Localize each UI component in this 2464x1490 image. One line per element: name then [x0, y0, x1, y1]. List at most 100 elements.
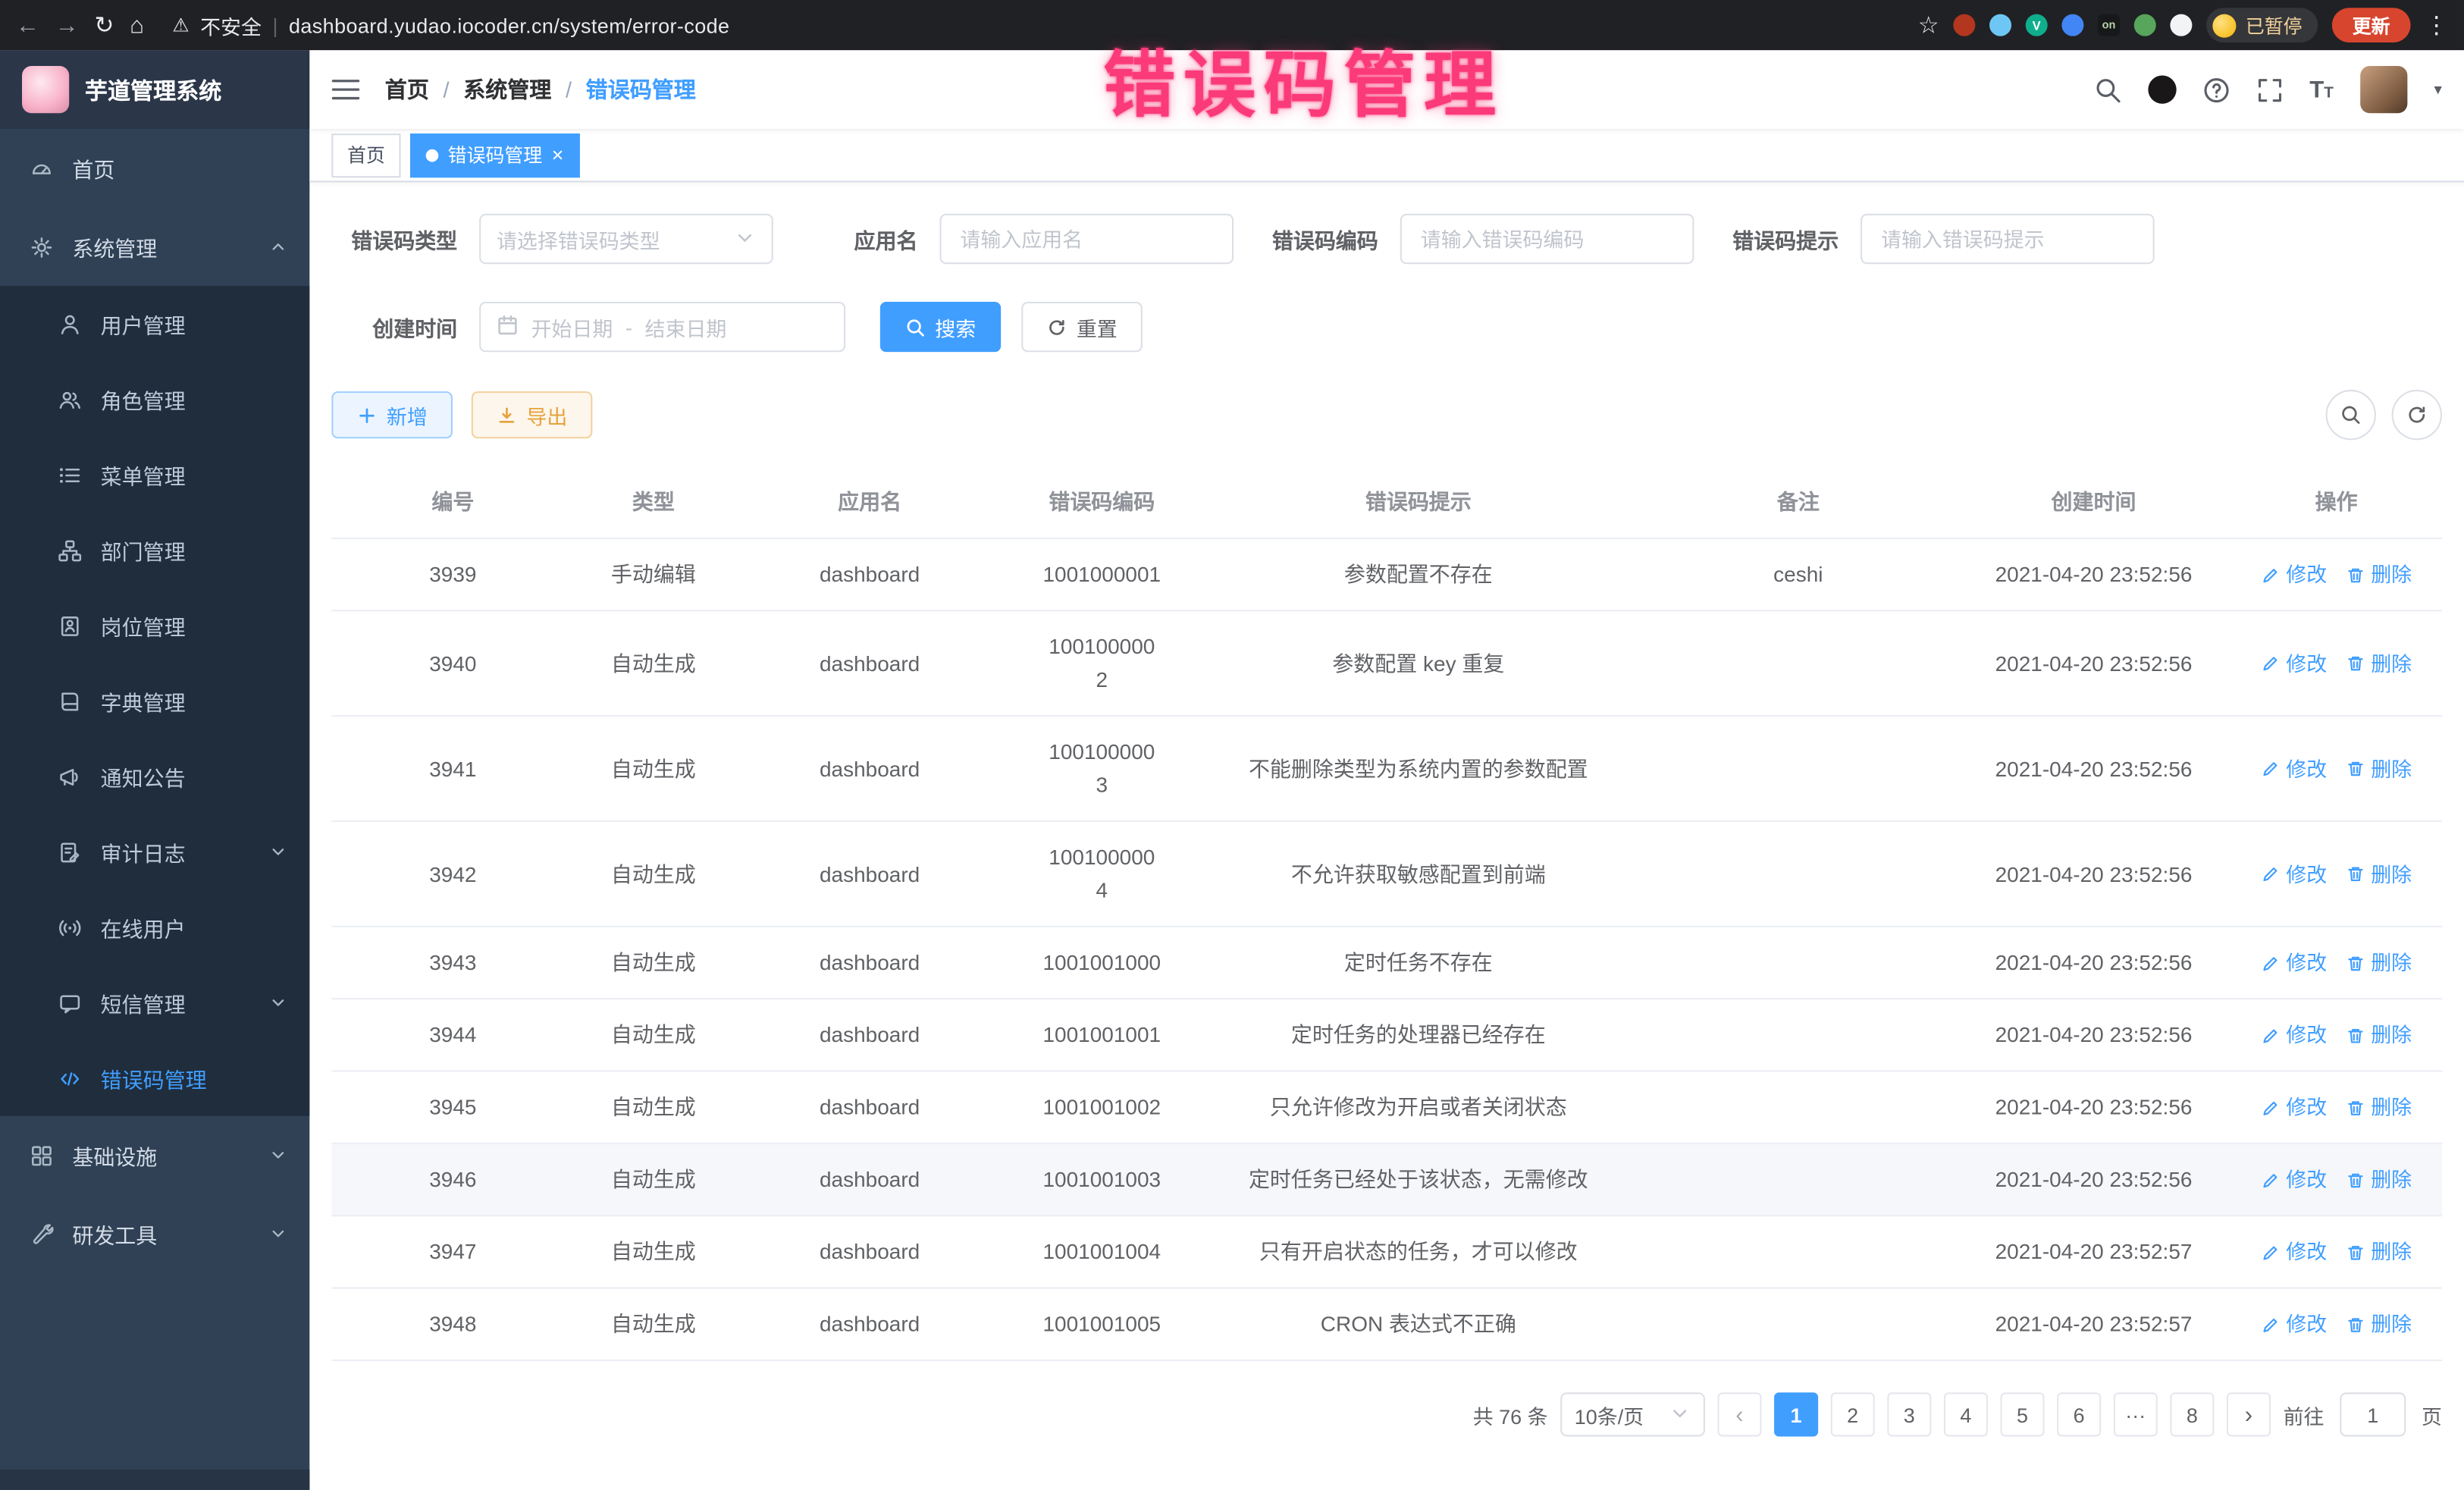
- export-button[interactable]: 导出: [472, 391, 593, 438]
- edit-link[interactable]: 修改: [2261, 1163, 2327, 1197]
- edit-link[interactable]: 修改: [2261, 858, 2327, 891]
- bookmark-star-icon[interactable]: ☆: [1918, 14, 1939, 37]
- delete-link[interactable]: 删除: [2346, 1235, 2412, 1269]
- sidebar-item-system-mgmt[interactable]: 系统管理: [0, 208, 309, 287]
- page-size-select[interactable]: 10条/页: [1560, 1392, 1705, 1436]
- sidebar-item-role-mgmt[interactable]: 角色管理: [0, 362, 309, 437]
- app-logo[interactable]: 芋道管理系统: [0, 50, 309, 129]
- sidebar-item-sms-mgmt[interactable]: 短信管理: [0, 965, 309, 1040]
- breadcrumb-current: 错误码管理: [586, 74, 696, 105]
- infra-grid-icon: [28, 1143, 53, 1168]
- page-button-4[interactable]: 4: [1944, 1392, 1988, 1436]
- chevron-down-icon: [268, 993, 287, 1012]
- page-button-1[interactable]: 1: [1774, 1392, 1818, 1436]
- sidebar-item-error-code-mgmt[interactable]: 错误码管理: [0, 1040, 309, 1115]
- page-button-6[interactable]: 6: [2057, 1392, 2101, 1436]
- extension-icon[interactable]: [2061, 14, 2083, 36]
- sidebar-item-online-users[interactable]: 在线用户: [0, 889, 309, 965]
- sidebar-item-notice[interactable]: 通知公告: [0, 739, 309, 814]
- edit-link[interactable]: 修改: [2261, 1235, 2327, 1269]
- extension-icon[interactable]: [1989, 14, 2011, 36]
- menu-dots-icon[interactable]: ⋮: [2425, 14, 2448, 37]
- edit-link[interactable]: 修改: [2261, 1307, 2327, 1341]
- show-search-toggle-button[interactable]: [2326, 390, 2376, 440]
- close-tab-icon[interactable]: ×: [552, 145, 564, 165]
- extension-icon[interactable]: [2134, 14, 2156, 36]
- sidebar-item-menu-mgmt[interactable]: 菜单管理: [0, 437, 309, 512]
- page-button-3[interactable]: 3: [1887, 1392, 1931, 1436]
- edit-link[interactable]: 修改: [2261, 558, 2327, 591]
- edit-link[interactable]: 修改: [2261, 647, 2327, 680]
- error-hint-input[interactable]: [1861, 214, 2155, 264]
- screen: ← → ↻ ⌂ ⚠ 不安全 | dashboard.yudao.iocoder.…: [0, 0, 2464, 1490]
- sidebar-item-home[interactable]: 首页: [0, 129, 309, 208]
- fullscreen-icon[interactable]: [2256, 77, 2283, 103]
- prev-page-button[interactable]: ‹: [1717, 1392, 1761, 1436]
- profile-paused-chip[interactable]: 已暂停: [2206, 8, 2318, 42]
- paw-extension-icon[interactable]: [2170, 14, 2192, 36]
- error-type-select[interactable]: 请选择错误码类型: [479, 214, 773, 264]
- tab-error-code-mgmt[interactable]: 错误码管理 ×: [410, 133, 579, 177]
- help-icon[interactable]: [2202, 77, 2229, 103]
- tools-icon: [28, 1221, 53, 1246]
- sidebar-item-dept-mgmt[interactable]: 部门管理: [0, 513, 309, 588]
- edit-link[interactable]: 修改: [2261, 752, 2327, 786]
- avatar[interactable]: [2360, 66, 2407, 113]
- update-button[interactable]: 更新: [2332, 8, 2411, 42]
- font-size-icon[interactable]: TT: [2309, 78, 2334, 102]
- sidebar-collapse-bar[interactable]: [0, 1470, 309, 1490]
- page-button-8[interactable]: 8: [2170, 1392, 2214, 1436]
- sidebar-toggle-icon[interactable]: [331, 77, 359, 102]
- add-button[interactable]: 新增: [331, 391, 453, 438]
- forward-icon[interactable]: →: [55, 14, 79, 37]
- chevron-down-icon[interactable]: ▾: [2434, 81, 2442, 99]
- goto-page-input[interactable]: [2340, 1392, 2406, 1436]
- address-bar[interactable]: ⚠ 不安全 | dashboard.yudao.iocoder.cn/syste…: [172, 10, 1902, 39]
- page-button-5[interactable]: 5: [2000, 1392, 2044, 1436]
- extension-icon[interactable]: V: [2026, 14, 2048, 36]
- delete-link[interactable]: 删除: [2346, 558, 2412, 591]
- back-icon[interactable]: ←: [16, 14, 39, 37]
- sidebar-item-infrastructure[interactable]: 基础设施: [0, 1116, 309, 1195]
- edit-link[interactable]: 修改: [2261, 1090, 2327, 1124]
- edit-link[interactable]: 修改: [2261, 1018, 2327, 1052]
- extension-on-badge-icon[interactable]: on: [2098, 14, 2120, 36]
- table-row: 3939 手动编辑 dashboard 1001000001 参数配置不存在 c…: [331, 539, 2442, 611]
- delete-link[interactable]: 删除: [2346, 946, 2412, 980]
- sidebar-item-audit-log[interactable]: 审计日志: [0, 814, 309, 889]
- reset-button[interactable]: 重置: [1021, 302, 1143, 352]
- delete-link[interactable]: 删除: [2346, 752, 2412, 786]
- log-icon: [57, 839, 82, 864]
- sidebar-item-dict-mgmt[interactable]: 字典管理: [0, 663, 309, 739]
- table-toolbar: 新增 导出: [331, 390, 2442, 440]
- delete-link[interactable]: 删除: [2346, 1307, 2412, 1341]
- page-content: 错误码类型 请选择错误码类型 应用名 错误码编码: [309, 182, 2464, 1489]
- github-icon[interactable]: [2148, 75, 2176, 103]
- edit-link[interactable]: 修改: [2261, 946, 2327, 980]
- breadcrumb-system-mgmt[interactable]: 系统管理: [463, 74, 551, 105]
- delete-link[interactable]: 删除: [2346, 647, 2412, 680]
- sidebar-item-post-mgmt[interactable]: 岗位管理: [0, 588, 309, 663]
- error-code-input[interactable]: [1400, 214, 1694, 264]
- browser-toolbar-right: ☆ V on 已暂停 更新 ⋮: [1918, 8, 2449, 42]
- extension-icon[interactable]: [1953, 14, 1975, 36]
- page-button-2[interactable]: 2: [1831, 1392, 1875, 1436]
- tab-home[interactable]: 首页: [331, 133, 400, 177]
- delete-link[interactable]: 删除: [2346, 1090, 2412, 1124]
- next-page-button[interactable]: ›: [2227, 1392, 2271, 1436]
- app-name-input[interactable]: [939, 214, 1234, 264]
- sidebar-item-user-mgmt[interactable]: 用户管理: [0, 286, 309, 361]
- delete-link[interactable]: 删除: [2346, 1018, 2412, 1052]
- home-icon[interactable]: ⌂: [130, 14, 144, 37]
- more-pages-button[interactable]: ···: [2114, 1392, 2158, 1436]
- refresh-table-button[interactable]: [2392, 390, 2442, 440]
- breadcrumb-home[interactable]: 首页: [385, 74, 429, 105]
- delete-link[interactable]: 删除: [2346, 1163, 2412, 1197]
- search-icon[interactable]: [2094, 77, 2121, 103]
- goto-label: 前往: [2284, 1400, 2324, 1429]
- search-button[interactable]: 搜索: [880, 302, 1002, 352]
- date-range-picker[interactable]: 开始日期 - 结束日期: [479, 302, 845, 352]
- reload-icon[interactable]: ↻: [94, 14, 114, 37]
- sidebar-item-dev-tools[interactable]: 研发工具: [0, 1194, 309, 1273]
- delete-link[interactable]: 删除: [2346, 858, 2412, 891]
